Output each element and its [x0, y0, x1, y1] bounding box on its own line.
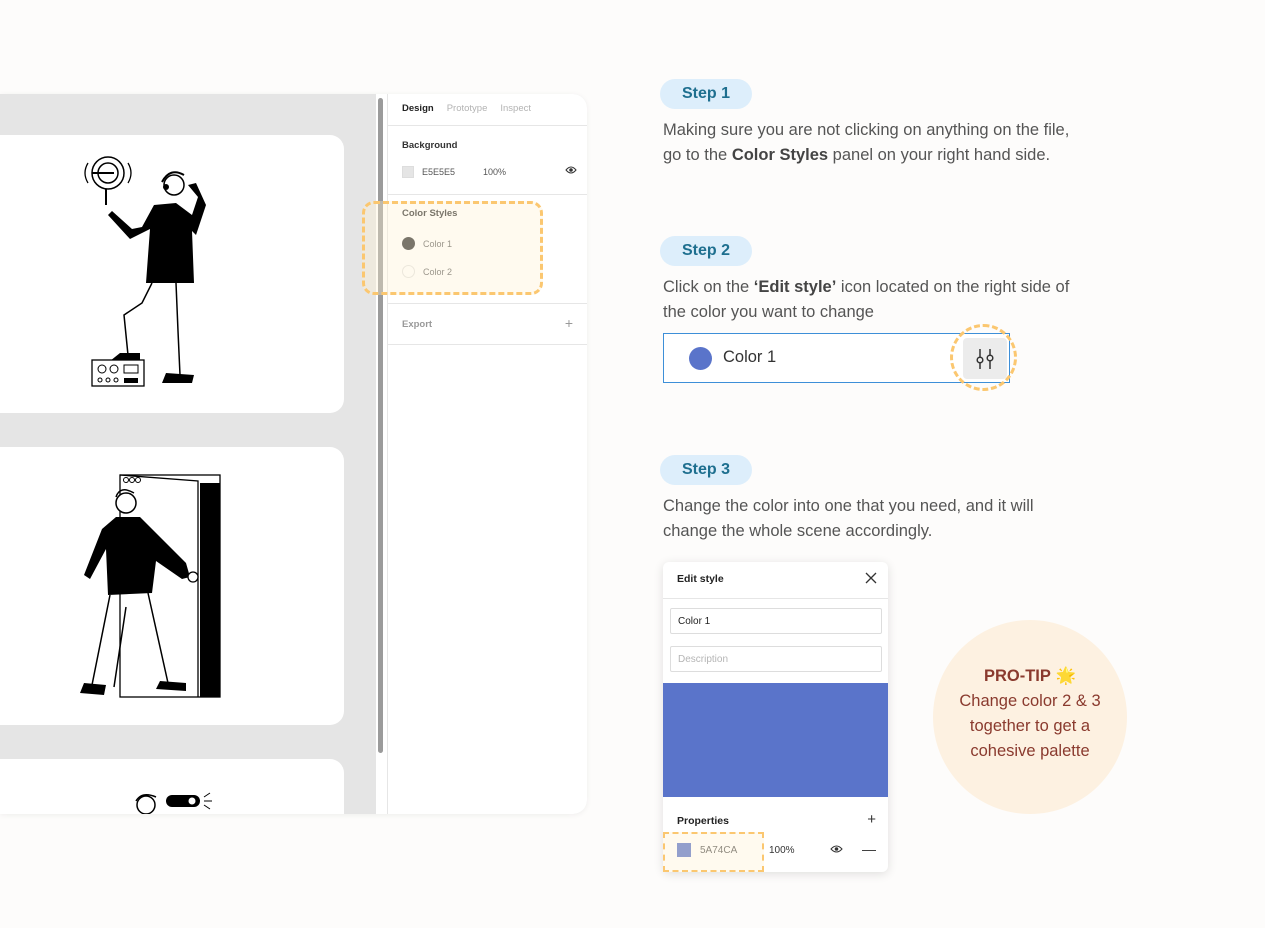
- tab-inspect[interactable]: Inspect: [500, 103, 531, 125]
- pro-tip-text: Change color 2 & 3 together to get a coh…: [959, 692, 1101, 760]
- person-with-radio-illustration: [84, 156, 206, 387]
- pro-tip-bubble: PRO-TIP 🌟 Change color 2 & 3 together to…: [933, 620, 1127, 814]
- star-icon: 🌟: [1055, 667, 1077, 685]
- export-title: Export: [402, 319, 433, 330]
- step-1-pill: Step 1: [660, 79, 752, 109]
- canvas: [0, 94, 387, 814]
- color-styles-highlight: [362, 201, 543, 295]
- background-title: Background: [402, 140, 458, 151]
- color-swatch: [689, 347, 712, 370]
- step-2-pill: Step 2: [660, 236, 752, 266]
- popup-title: Edit style: [677, 573, 724, 585]
- person-with-toggle-illustration: [135, 792, 212, 814]
- background-row[interactable]: E5E5E5 100%: [402, 166, 577, 178]
- add-property-button[interactable]: +: [867, 811, 876, 828]
- edit-style-popup: Edit style Color 1 Description Propertie…: [663, 562, 888, 872]
- background-hex[interactable]: E5E5E5: [422, 167, 455, 177]
- color-preview: [663, 683, 888, 797]
- pro-tip-title: PRO-TIP: [983, 667, 1051, 685]
- illustration-card[interactable]: [0, 447, 344, 725]
- panel-tabs: Design Prototype Inspect: [388, 94, 587, 126]
- style-name-field[interactable]: Color 1: [670, 608, 882, 634]
- remove-property-button[interactable]: —: [862, 841, 876, 857]
- edit-style-highlight: [950, 324, 1017, 391]
- illustration-card[interactable]: [0, 759, 344, 814]
- eye-icon[interactable]: [830, 844, 843, 854]
- illustration-card[interactable]: [0, 135, 344, 413]
- background-opacity[interactable]: 100%: [483, 167, 506, 177]
- eye-icon[interactable]: [565, 165, 577, 175]
- step-2-text: Click on the ‘Edit style’ icon located o…: [663, 278, 1070, 321]
- opacity-value[interactable]: 100%: [769, 845, 795, 856]
- export-section: Export +: [388, 304, 587, 345]
- step-3-pill: Step 3: [660, 455, 752, 485]
- person-opening-door-illustration: [80, 474, 221, 698]
- properties-title: Properties: [677, 815, 729, 827]
- canvas-scrollbar[interactable]: [378, 98, 383, 753]
- add-export-button[interactable]: +: [565, 315, 573, 331]
- color-label: Color 1: [723, 348, 777, 366]
- tab-prototype[interactable]: Prototype: [447, 103, 488, 125]
- tab-design[interactable]: Design: [402, 103, 434, 125]
- step-3-text: Change the color into one that you need,…: [663, 497, 1034, 540]
- background-section: Background E5E5E5 100%: [388, 126, 587, 195]
- description-field[interactable]: Description: [670, 646, 882, 672]
- close-icon[interactable]: [864, 571, 878, 585]
- step-1-text: Making sure you are not clicking on anyt…: [663, 121, 1070, 164]
- hex-highlight: [663, 832, 764, 872]
- background-swatch[interactable]: [402, 166, 414, 178]
- pro-tip-title-line: PRO-TIP 🌟: [933, 664, 1127, 689]
- popup-header: Edit style: [663, 562, 888, 599]
